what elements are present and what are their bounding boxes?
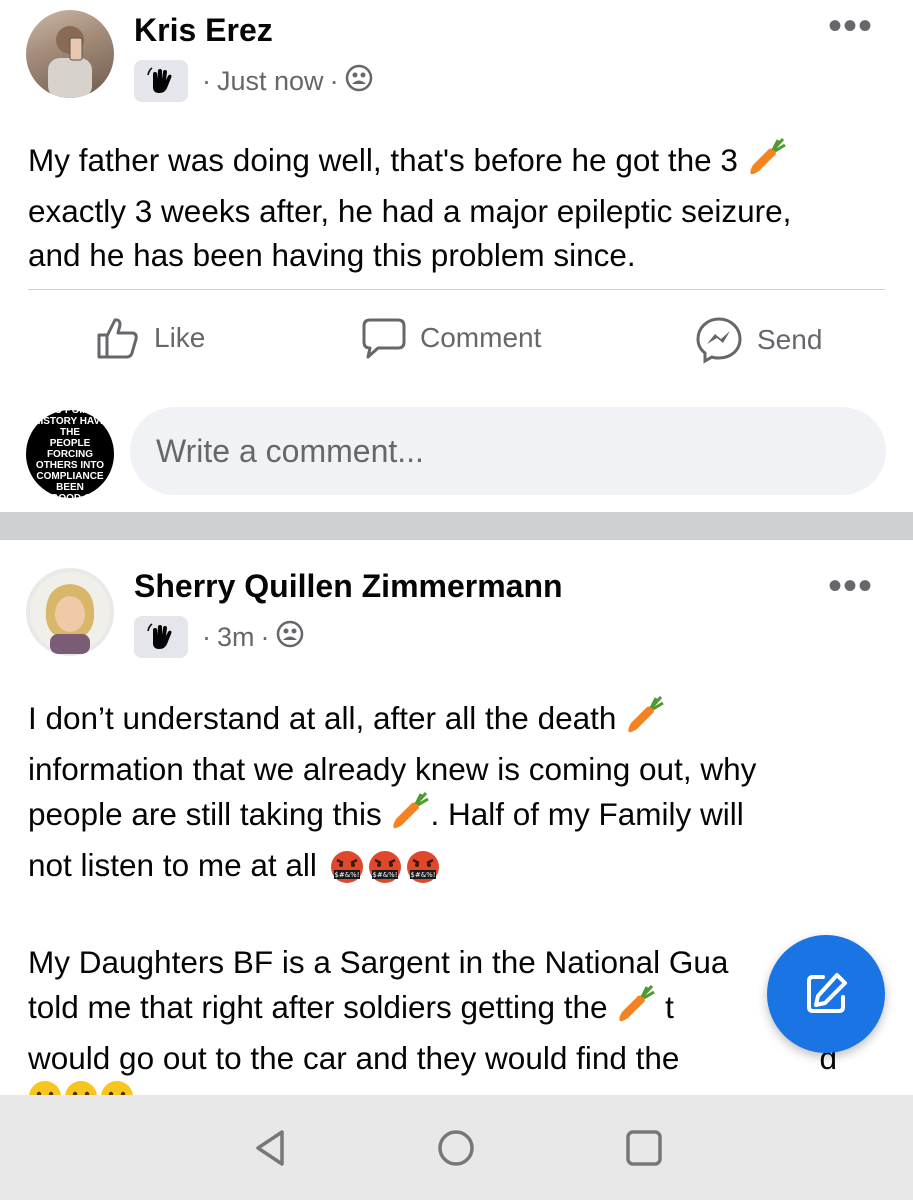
post-body-line: not listen to me at all <box>28 846 317 883</box>
post-card: Kris Erez · Just now · ••• My father was… <box>0 0 913 512</box>
divider <box>28 289 885 290</box>
cursing-face-icon: $#&%! <box>368 850 402 896</box>
carrot-icon <box>616 984 656 1036</box>
back-button[interactable] <box>244 1122 296 1174</box>
more-options-icon[interactable]: ••• <box>828 566 873 606</box>
like-icon <box>97 318 138 359</box>
recents-button[interactable] <box>618 1122 670 1174</box>
home-button[interactable] <box>430 1122 482 1174</box>
comment-placeholder: Write a comment... <box>156 432 424 469</box>
comment-button[interactable]: Comment <box>362 316 541 360</box>
svg-text:$#&%!: $#&%! <box>372 871 397 879</box>
author-name[interactable]: Sherry Quillen Zimmermann <box>134 568 563 605</box>
group-audience-icon <box>345 64 373 99</box>
post-body-line: would go out to the car and they would f… <box>28 1039 680 1076</box>
post-body-line: . Half of my Family will <box>430 796 744 832</box>
post-body-line: people are still taking this <box>28 796 382 832</box>
carrot-icon <box>747 137 787 189</box>
post-time[interactable]: Just now <box>217 66 324 97</box>
comment-label: Comment <box>420 322 542 353</box>
post-body-line: exactly 3 weeks after, he had a major ep… <box>28 192 792 229</box>
messenger-icon <box>696 317 742 364</box>
send-button[interactable]: Send <box>695 316 822 364</box>
recents-icon <box>626 1130 662 1166</box>
author-avatar[interactable] <box>26 568 114 656</box>
svg-text:$#&%!: $#&%! <box>334 871 359 879</box>
cursing-face-icon: $#&%! <box>330 850 364 896</box>
like-label: Like <box>154 322 206 353</box>
group-audience-icon <box>276 620 304 655</box>
comment-icon <box>362 318 406 359</box>
post-time[interactable]: 3m <box>217 622 255 653</box>
post-meta: · Just now · <box>134 60 373 102</box>
compose-button[interactable] <box>767 935 885 1053</box>
post-meta: · 3m · <box>134 616 304 658</box>
system-nav-bar <box>0 1095 913 1200</box>
home-icon <box>438 1130 474 1166</box>
carrot-icon <box>625 695 665 747</box>
post-body-line: I don’t understand at all, after all the… <box>28 700 617 736</box>
send-label: Send <box>757 324 823 355</box>
post-body-line: t <box>665 989 674 1025</box>
post-body-line: My Daughters BF is a Sargent in the Nati… <box>28 943 729 980</box>
crying-face-icon <box>28 1080 62 1095</box>
post-body: I don’t understand at all, after all the… <box>28 695 853 1095</box>
commenter-avatar[interactable]: AT NO POINT IN HISTORY HAVE THE PEOPLE F… <box>26 405 114 504</box>
like-button[interactable]: Like <box>96 316 205 360</box>
feed-separator <box>0 512 913 540</box>
author-name[interactable]: Kris Erez <box>134 12 273 49</box>
more-options-icon[interactable]: ••• <box>828 6 873 46</box>
wave-badge-icon[interactable] <box>134 60 188 102</box>
cursing-face-icon: $#&%! <box>406 850 440 896</box>
post-body-line: information that we already knew is comi… <box>28 750 757 787</box>
post-body-line: told me that right after soldiers gettin… <box>28 989 608 1025</box>
svg-text:$#&%!: $#&%! <box>410 871 435 879</box>
wave-badge-icon[interactable] <box>134 616 188 658</box>
crying-face-icon <box>100 1080 134 1095</box>
post-body-line: and he has been having this problem sinc… <box>28 237 636 273</box>
post-body-line: My father was doing well, that's before … <box>28 142 738 178</box>
author-avatar[interactable] <box>26 10 114 98</box>
post-body: My father was doing well, that's before … <box>28 137 791 278</box>
back-icon <box>256 1130 284 1166</box>
compose-icon <box>807 973 847 1013</box>
comment-input[interactable]: Write a comment... <box>130 407 886 495</box>
crying-face-icon <box>64 1080 98 1095</box>
carrot-icon <box>390 791 430 843</box>
